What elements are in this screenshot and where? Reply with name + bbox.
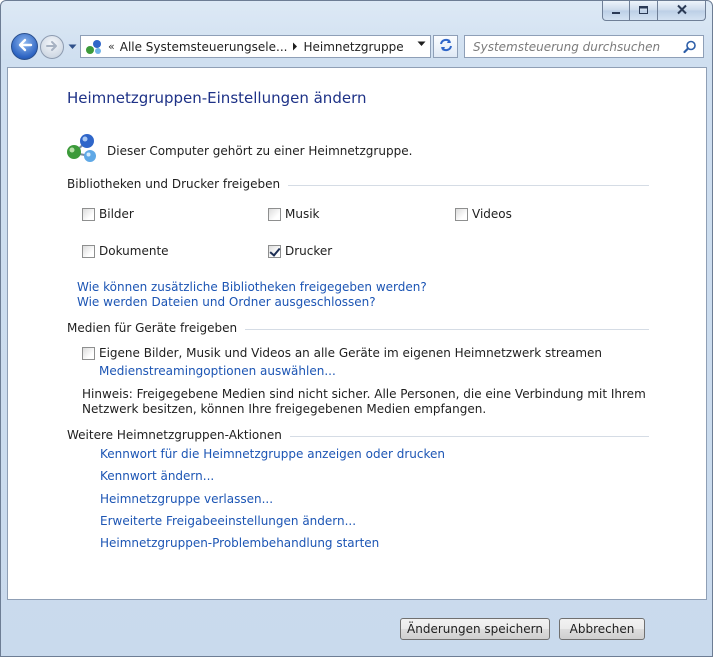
cancel-button[interactable]: Abbrechen [559, 618, 645, 640]
membership-status-text: Dieser Computer gehört zu einer Heimnetz… [107, 144, 413, 158]
minimize-button[interactable] [602, 1, 630, 21]
checkbox-box[interactable] [268, 244, 281, 258]
share-section-title: Bibliotheken und Drucker freigeben [67, 177, 281, 191]
checkbox-box[interactable] [82, 207, 95, 221]
section-divider [288, 184, 649, 186]
additional-libraries-link[interactable]: Wie können zusätzliche Bibliotheken frei… [77, 280, 427, 294]
share-section-header: Bibliotheken und Drucker freigeben [67, 177, 649, 191]
share-videos-checkbox[interactable]: Videos [455, 207, 512, 221]
homegroup-troubleshooter-link[interactable]: Heimnetzgruppen-Problembehandlung starte… [100, 536, 379, 550]
maximize-icon [638, 4, 649, 18]
close-button[interactable] [658, 1, 706, 21]
excluded-files-link[interactable]: Wie werden Dateien und Ordner ausgeschlo… [77, 295, 376, 309]
checkbox-label: Musik [285, 207, 320, 221]
refresh-icon [438, 38, 454, 55]
page-title: Heimnetzgruppen-Einstellungen ändern [67, 89, 367, 107]
media-section-title: Medien für Geräte freigeben [67, 321, 238, 335]
checkbox-box[interactable] [268, 207, 281, 221]
breadcrumb-separator-icon[interactable] [292, 42, 298, 51]
control-panel-window: « Alle Systemsteuerungsele... Heimnetzgr… [0, 0, 713, 657]
leave-homegroup-link[interactable]: Heimnetzgruppe verlassen... [100, 492, 273, 506]
back-button[interactable] [11, 33, 38, 60]
breadcrumb-overflow[interactable]: « [108, 40, 115, 53]
checkbox-label: Drucker [285, 244, 333, 258]
close-icon [676, 4, 688, 18]
share-printers-checkbox[interactable]: Drucker [268, 244, 332, 258]
actions-section-header: Weitere Heimnetzgruppen-Aktionen [67, 428, 649, 442]
checkbox-label: Dokumente [99, 244, 169, 258]
checkbox-box[interactable] [82, 346, 95, 360]
chevron-down-icon [417, 41, 426, 46]
minimize-icon [611, 4, 621, 18]
forward-arrow-icon [45, 40, 59, 55]
network-icon [84, 38, 104, 56]
chevron-down-icon [68, 39, 77, 53]
search-box[interactable] [464, 35, 704, 58]
save-changes-button[interactable]: Änderungen speichern [400, 618, 550, 640]
caption-buttons [602, 1, 706, 21]
share-pictures-checkbox[interactable]: Bilder [82, 207, 134, 221]
checkbox-label: Bilder [99, 207, 134, 221]
maximize-button[interactable] [630, 1, 658, 21]
recent-pages-button[interactable] [67, 41, 77, 51]
media-section-header: Medien für Geräte freigeben [67, 321, 649, 335]
checkbox-box[interactable] [82, 244, 95, 258]
view-print-password-link[interactable]: Kennwort für die Heimnetzgruppe anzeigen… [100, 447, 445, 461]
media-security-hint: Hinweis: Freigegebene Medien sind nicht … [82, 387, 646, 416]
refresh-button[interactable] [433, 35, 458, 58]
checkbox-label: Videos [472, 207, 512, 221]
breadcrumb-all-control-panel-items[interactable]: Alle Systemsteuerungsele... [120, 40, 288, 54]
homegroup-icon [65, 131, 99, 165]
forward-button[interactable] [40, 35, 64, 59]
back-arrow-icon [17, 38, 33, 55]
address-dropdown-button[interactable] [417, 41, 426, 47]
share-music-checkbox[interactable]: Musik [268, 207, 320, 221]
media-streaming-options-link[interactable]: Medienstreamingoptionen auswählen... [99, 364, 336, 378]
search-icon[interactable] [683, 40, 697, 57]
actions-section-title: Weitere Heimnetzgruppen-Aktionen [67, 428, 282, 442]
breadcrumb-homegroup[interactable]: Heimnetzgruppe [303, 40, 403, 54]
address-bar[interactable]: « Alle Systemsteuerungsele... Heimnetzgr… [80, 35, 431, 58]
checkbox-label: Eigene Bilder, Musik und Videos an alle … [99, 346, 603, 360]
advanced-sharing-settings-link[interactable]: Erweiterte Freigabeeinstellungen ändern.… [100, 514, 356, 528]
search-input[interactable] [471, 38, 681, 55]
change-password-link[interactable]: Kennwort ändern... [100, 469, 214, 483]
content-pane: Heimnetzgruppen-Einstellungen ändern Die… [7, 67, 707, 600]
share-documents-checkbox[interactable]: Dokumente [82, 244, 169, 258]
stream-media-checkbox[interactable]: Eigene Bilder, Musik und Videos an alle … [82, 346, 602, 360]
section-divider [245, 328, 649, 330]
checkbox-box[interactable] [455, 207, 468, 221]
section-divider [289, 435, 649, 437]
